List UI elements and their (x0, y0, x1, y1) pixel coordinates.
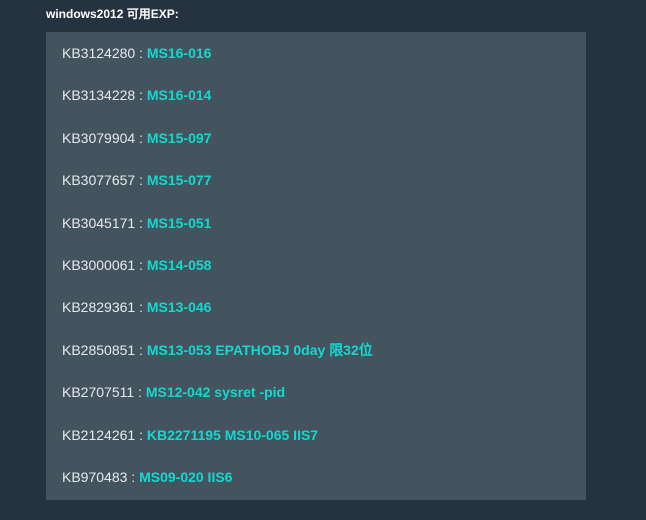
list-item: KB2850851 : MS13-053 EPATHOBJ 0day 限32位 (62, 340, 586, 382)
exp-name: MS15-077 (146, 172, 212, 189)
kb-id: KB3079904 (62, 129, 136, 146)
exp-name: MS13-046 (146, 299, 212, 316)
kb-id: KB970483 (62, 468, 128, 485)
kb-id: KB2124261 (62, 426, 136, 443)
separator: : (135, 426, 147, 443)
list-item: KB3077657 : MS15-077 (62, 170, 586, 212)
list-item: KB2707511 : MS12-042 sysret -pid (62, 382, 586, 424)
exp-name: MS09-020 IIS6 (139, 468, 233, 485)
list-item: KB3045171 : MS15-051 (62, 213, 586, 255)
page: windows2012 可用EXP: KB3124280 : MS16-016 … (0, 0, 646, 520)
list-item: KB2829361 : MS13-046 (62, 297, 586, 339)
exp-list-panel: KB3124280 : MS16-016 KB3134228 : MS16-01… (46, 32, 586, 500)
list-item: KB3079904 : MS15-097 (62, 128, 586, 170)
list-item: KB2124261 : KB2271195 MS10-065 IIS7 (62, 425, 586, 467)
exp-name: MS14-058 (146, 256, 212, 273)
kb-id: KB3045171 (62, 214, 136, 231)
kb-id: KB2707511 (62, 384, 135, 401)
exp-name: KB2271195 MS10-065 IIS7 (146, 426, 319, 443)
exp-name: MS15-097 (146, 129, 212, 146)
separator: : (135, 129, 147, 146)
kb-id: KB2850851 (62, 341, 136, 358)
exp-name: MS16-014 (146, 87, 212, 104)
kb-id: KB3134228 (62, 87, 136, 104)
kb-id: KB3124280 (62, 45, 136, 61)
separator: : (135, 172, 147, 189)
list-item: KB3000061 : MS14-058 (62, 255, 586, 297)
list-item: KB970483 : MS09-020 IIS6 (62, 467, 586, 509)
list-item: KB3124280 : MS16-016 (62, 43, 586, 85)
separator: : (134, 384, 146, 401)
exp-name: MS16-016 (146, 45, 212, 61)
separator: : (135, 45, 147, 61)
separator: : (135, 214, 147, 231)
kb-id: KB3000061 (62, 256, 136, 273)
kb-id: KB3077657 (62, 172, 136, 189)
separator: : (135, 341, 147, 358)
separator: : (135, 87, 147, 104)
exp-name: MS12-042 sysret -pid (145, 384, 286, 401)
separator: : (135, 299, 147, 316)
exp-name: MS15-051 (146, 214, 212, 231)
separator: : (127, 468, 140, 485)
list-item: KB3134228 : MS16-014 (62, 85, 586, 127)
separator: : (135, 256, 147, 273)
section-heading: windows2012 可用EXP: (46, 7, 179, 21)
exp-name: MS13-053 EPATHOBJ 0day 限32位 (146, 341, 373, 358)
kb-id: KB2829361 (62, 299, 136, 316)
